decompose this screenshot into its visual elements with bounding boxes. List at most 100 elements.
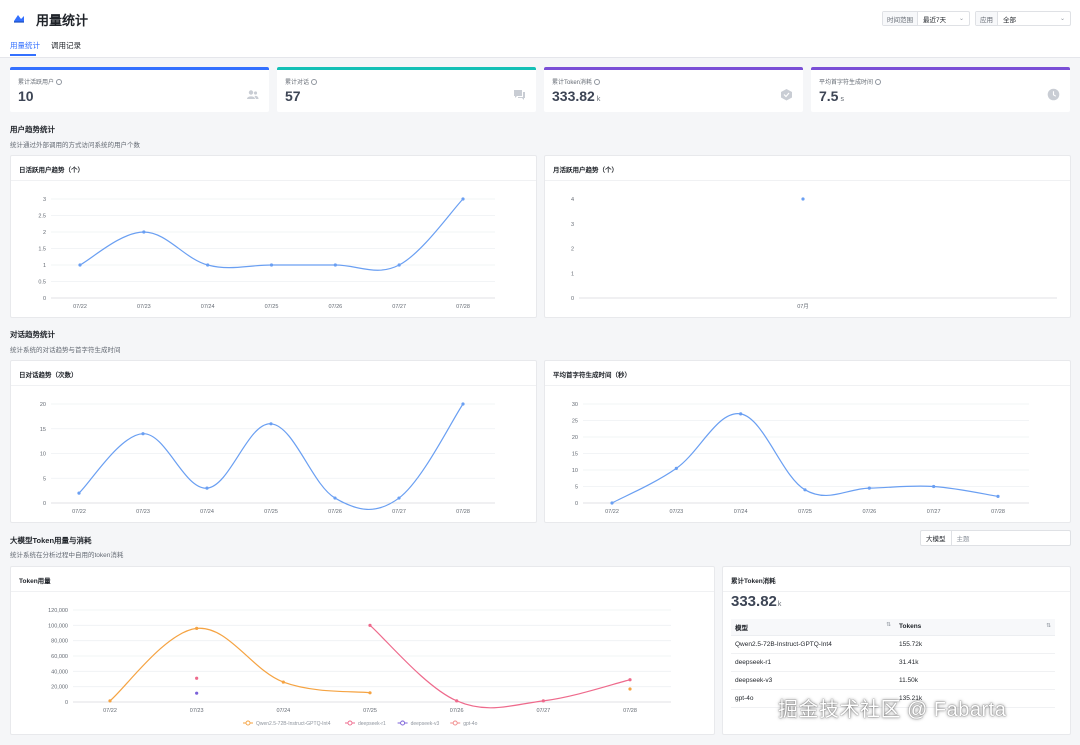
chat-icon bbox=[514, 90, 525, 100]
legend-marker-dot bbox=[400, 720, 406, 726]
x-tick-label: 07/22 bbox=[605, 509, 619, 515]
model-cell: Qwen2.5-72B-Instruct-GPTQ-Int4 bbox=[731, 635, 895, 654]
tokens-cell: 31.41k bbox=[895, 653, 1055, 672]
daily-active-users-chart: 0 0.5 1 1.5 2 2.5 3 07/22 07/23 07/24 07/25 07/26 07… bbox=[38, 197, 495, 310]
page-header: 用量统计 时间范围 最近7天 ⌄ 应用 全部 ⌄ 用量统计 调用记录 bbox=[0, 0, 1080, 58]
data-point bbox=[628, 678, 632, 682]
sort-icon[interactable]: ⇅ bbox=[886, 622, 891, 628]
y-tick-label: 20,000 bbox=[51, 685, 68, 691]
section-title-token-usage: 大模型Token用量与消耗 bbox=[10, 536, 92, 545]
x-tick-label: 07/25 bbox=[798, 509, 812, 515]
info-icon[interactable] bbox=[311, 79, 318, 85]
data-point bbox=[195, 676, 199, 680]
y-tick-label: 20 bbox=[40, 402, 46, 408]
x-tick-label: 07/26 bbox=[450, 708, 464, 714]
page-title: 用量统计 bbox=[36, 13, 89, 28]
first-char-time-chart: 0 5 10 15 20 25 30 07/22 07/23 07/24 07/25 07/26 07/… bbox=[572, 402, 1029, 515]
legend-label: deepseek-r1 bbox=[358, 721, 386, 727]
data-point bbox=[801, 197, 805, 201]
time-range-value: 最近7天 bbox=[923, 16, 947, 24]
y-tick-label: 2.5 bbox=[38, 214, 46, 220]
clock-icon bbox=[1047, 88, 1060, 101]
segment-topic[interactable]: 主题 bbox=[952, 531, 1070, 545]
y-tick-label: 40,000 bbox=[51, 669, 68, 675]
chevron-down-icon: ⌄ bbox=[958, 16, 964, 22]
stat-value: 10 bbox=[18, 88, 34, 104]
table-row: Qwen2.5-72B-Instruct-GPTQ-Int4 155.72k bbox=[731, 635, 1055, 654]
x-tick-label: 07/23 bbox=[669, 509, 683, 515]
model-cell: deepseek-v3 bbox=[731, 671, 895, 690]
data-point bbox=[77, 491, 81, 495]
y-tick-label: 60,000 bbox=[51, 654, 68, 660]
legend-marker-dot bbox=[452, 720, 458, 726]
table-row: deepseek-r1 31.41k bbox=[731, 653, 1055, 672]
y-tick-label: 0 bbox=[575, 501, 578, 507]
data-point bbox=[281, 680, 285, 684]
tokens-cell: 11.50k bbox=[895, 671, 1055, 690]
app-select-value: 全部 bbox=[1003, 16, 1016, 24]
y-tick-label: 0 bbox=[43, 296, 46, 302]
data-point bbox=[455, 699, 459, 703]
daily-dialogs-chart: 0 5 10 15 20 07/22 07/23 07/24 07/25 07/26 07/27 07… bbox=[40, 402, 495, 515]
legend-label: deepseek-v3 bbox=[411, 721, 440, 727]
y-tick-label: 100,000 bbox=[48, 623, 68, 629]
y-tick-label: 4 bbox=[571, 197, 574, 203]
info-icon[interactable] bbox=[56, 79, 63, 85]
data-point bbox=[461, 197, 465, 201]
x-tick-label: 07/23 bbox=[190, 708, 204, 714]
data-point bbox=[108, 699, 112, 703]
x-tick-label: 07/26 bbox=[328, 304, 342, 310]
data-point bbox=[674, 466, 678, 470]
info-icon[interactable] bbox=[594, 79, 601, 85]
x-tick-label: 07/24 bbox=[276, 708, 290, 714]
data-point bbox=[142, 230, 146, 234]
daily-dialogs-panel: 日对话趋势（次数） 0 5 10 15 20 07/22 07/23 07/24 07/25 07… bbox=[10, 360, 537, 523]
column-header-model[interactable]: 模型 ⇅ bbox=[731, 619, 895, 636]
y-tick-label: 0.5 bbox=[38, 280, 46, 286]
series-line bbox=[369, 624, 631, 709]
stat-unit: s bbox=[840, 96, 844, 103]
app-select[interactable]: 应用 全部 ⌄ bbox=[975, 11, 1071, 26]
data-point bbox=[610, 501, 614, 505]
y-tick-label: 80,000 bbox=[51, 639, 68, 645]
section-title-dialog-trend: 对话趋势统计 bbox=[10, 330, 55, 339]
data-point bbox=[269, 263, 274, 267]
stat-card-token-consumption: 累计Token消耗 333.82 k bbox=[544, 67, 803, 112]
y-tick-label: 15 bbox=[572, 452, 578, 458]
data-point bbox=[205, 486, 209, 490]
table-header-row: 模型 ⇅ Tokens ⇅ bbox=[731, 619, 1055, 636]
x-tick-label: 07/23 bbox=[137, 304, 151, 310]
info-icon[interactable] bbox=[875, 79, 882, 85]
tab-usage-stats[interactable]: 用量统计 bbox=[10, 40, 40, 51]
y-tick-label: 10 bbox=[40, 452, 46, 458]
stat-card-active-users: 累计活跃用户 10 bbox=[10, 67, 269, 112]
y-tick-label: 10 bbox=[572, 468, 578, 474]
data-point bbox=[932, 484, 936, 489]
y-tick-label: 1.5 bbox=[38, 247, 46, 253]
time-range-select[interactable]: 时间范围 最近7天 ⌄ bbox=[882, 11, 970, 26]
stat-label: 累计对话 bbox=[285, 80, 310, 86]
x-tick-label: 07/27 bbox=[392, 509, 406, 515]
first-char-time-panel: 平均首字符生成时间（秒） 0 5 10 15 20 25 30 07/22 07/23 07/24… bbox=[544, 360, 1071, 523]
data-point bbox=[195, 626, 199, 630]
app-logo-icon bbox=[14, 15, 24, 23]
sort-icon[interactable]: ⇅ bbox=[1046, 623, 1051, 629]
section-subtitle-user-trend: 统计通过外部调用的方式访问系统的用户个数 bbox=[10, 142, 140, 149]
stat-value: 57 bbox=[285, 88, 301, 104]
data-point bbox=[803, 488, 807, 492]
data-point bbox=[739, 412, 743, 416]
series-line bbox=[79, 198, 464, 271]
token-total-title: 累计Token消耗 bbox=[731, 578, 776, 585]
x-tick-label: 07/24 bbox=[201, 304, 215, 310]
y-tick-label: 15 bbox=[40, 427, 46, 433]
segment-model[interactable]: 大模型 bbox=[921, 531, 952, 545]
stat-label: 累计活跃用户 bbox=[18, 80, 55, 86]
y-tick-label: 25 bbox=[572, 419, 578, 425]
y-tick-label: 1 bbox=[571, 271, 574, 277]
tab-call-records[interactable]: 调用记录 bbox=[51, 40, 81, 51]
column-header-tokens[interactable]: Tokens ⇅ bbox=[895, 619, 1055, 636]
y-tick-label: 3 bbox=[571, 222, 574, 228]
token-usage-panel: Token用量 0 20,000 40,000 60,000 80,000 100,000… bbox=[10, 566, 715, 735]
data-point bbox=[368, 623, 372, 627]
x-tick-label: 07/28 bbox=[456, 304, 470, 310]
